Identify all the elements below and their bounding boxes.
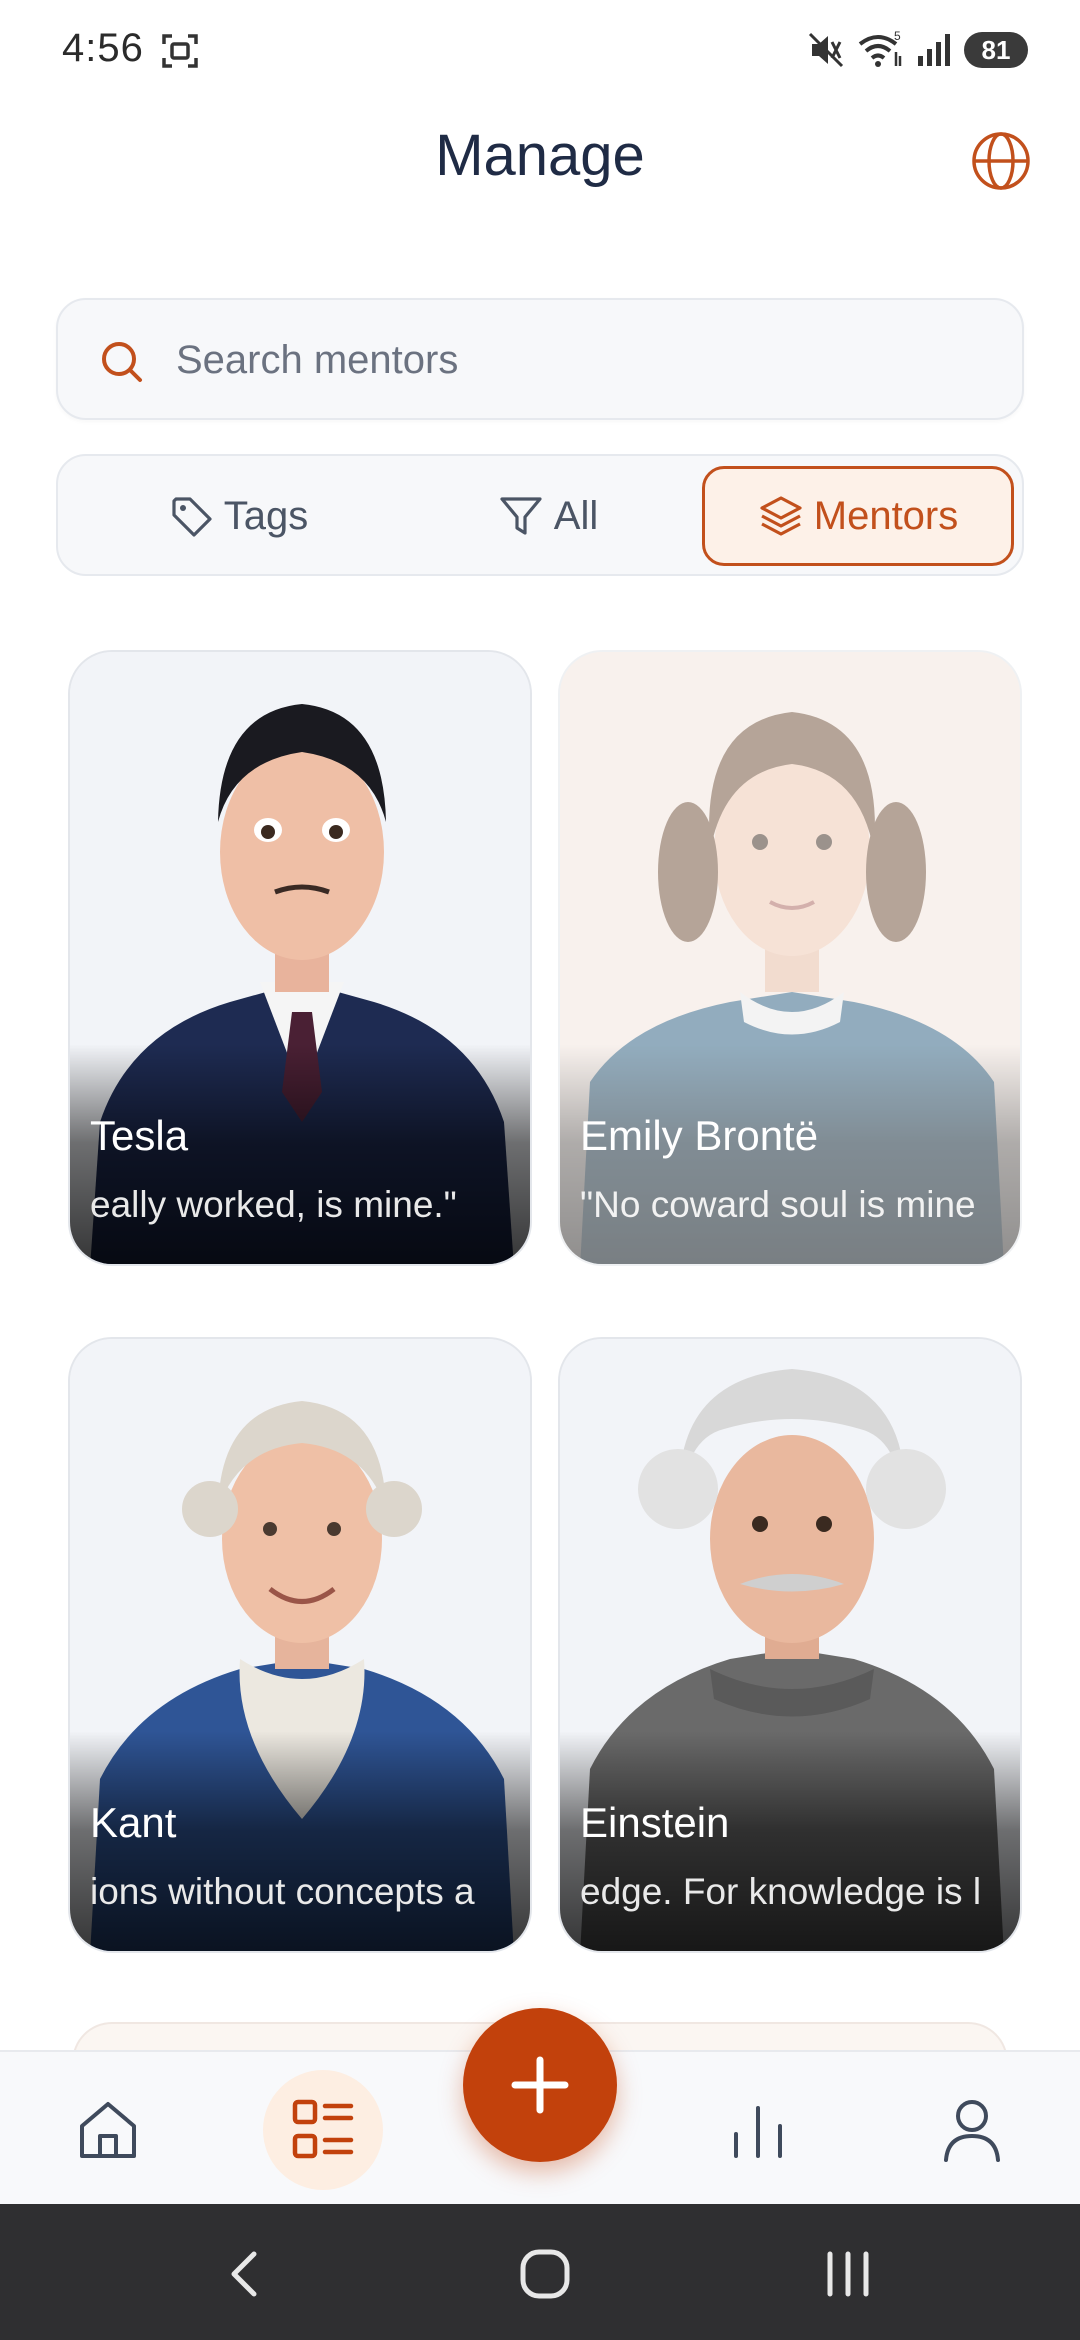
- stats-icon: [734, 2106, 782, 2158]
- globe-icon[interactable]: [970, 130, 1032, 192]
- mentor-name: Emily Brontë: [580, 1112, 819, 1159]
- tab-mentors[interactable]: Mentors: [702, 466, 1014, 566]
- nav-home[interactable]: [60, 2082, 156, 2178]
- wifi-icon: 5: [858, 30, 902, 67]
- tab-mentors-label: Mentors: [813, 493, 959, 538]
- mentor-quote: ions without concepts a: [90, 1871, 475, 1912]
- tab-tags[interactable]: Tags: [118, 466, 358, 566]
- home-icon: [80, 2102, 136, 2158]
- add-button[interactable]: [463, 2008, 617, 2162]
- home-button-icon[interactable]: [513, 2242, 577, 2306]
- tab-tags-label: Tags: [223, 493, 309, 538]
- profile-icon: [944, 2100, 1000, 2162]
- search-icon: [102, 342, 142, 382]
- nav-profile[interactable]: [924, 2082, 1020, 2178]
- mentor-card-tesla[interactable]: Tesla eally worked, is mine.": [68, 650, 532, 1266]
- svg-text:5: 5: [894, 30, 901, 43]
- status-bar: 4:56 5 81: [0, 0, 1080, 100]
- back-icon[interactable]: [214, 2242, 278, 2306]
- status-time: 4:56: [62, 26, 144, 70]
- system-nav-bar: [0, 2204, 1080, 2340]
- add-icon: [511, 2056, 569, 2114]
- mentor-name: Einstein: [580, 1799, 730, 1846]
- nav-manage[interactable]: [263, 2070, 383, 2190]
- battery-icon: 81: [964, 32, 1028, 68]
- screenshot-icon: [162, 34, 198, 68]
- search-bar[interactable]: [56, 298, 1024, 420]
- manage-icon: [292, 2099, 354, 2159]
- mentor-quote: edge. For knowledge is l: [580, 1871, 982, 1912]
- tag-icon: [172, 497, 212, 537]
- filter-segments: Tags All Mentors: [56, 454, 1024, 576]
- mute-icon: [808, 32, 844, 68]
- layers-icon: [760, 496, 802, 536]
- mentor-card-einstein[interactable]: Einstein edge. For knowledge is l: [558, 1337, 1022, 1953]
- mentor-quote: eally worked, is mine.": [90, 1184, 457, 1225]
- mentor-card-kant[interactable]: Kant ions without concepts a: [68, 1337, 532, 1953]
- status-icons: 5 81: [806, 30, 1028, 70]
- nav-stats[interactable]: [710, 2082, 806, 2178]
- recents-icon[interactable]: [816, 2242, 880, 2306]
- signal-icon: [918, 34, 950, 66]
- tab-all[interactable]: All: [448, 466, 648, 566]
- mentor-card-emily-bronte[interactable]: Emily Brontë "No coward soul is mine: [558, 650, 1022, 1266]
- mentor-name: Kant: [90, 1799, 177, 1846]
- mentor-name: Tesla: [90, 1112, 189, 1159]
- filter-icon: [500, 497, 542, 535]
- page-title: Manage: [435, 123, 645, 188]
- mentor-quote: "No coward soul is mine: [580, 1184, 976, 1225]
- search-input[interactable]: [176, 322, 976, 398]
- tab-all-label: All: [553, 493, 599, 538]
